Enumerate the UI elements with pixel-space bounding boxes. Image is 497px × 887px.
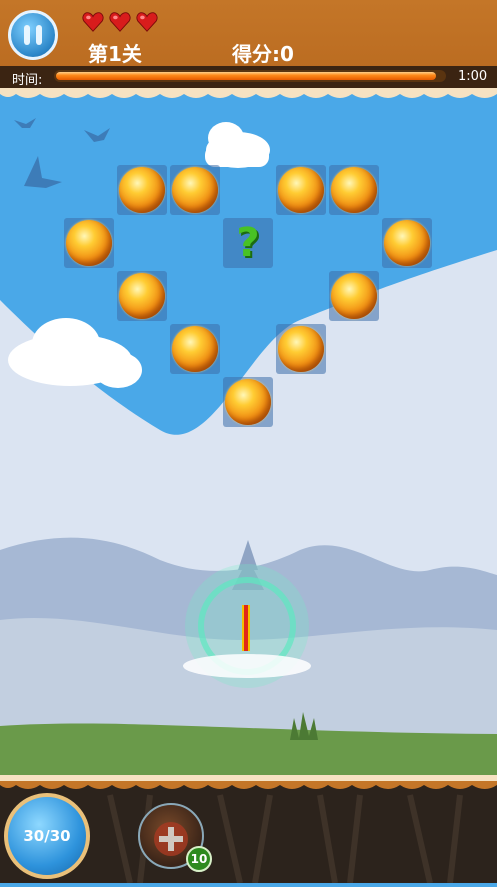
time-progress-fill — [56, 72, 436, 80]
pause-icon — [24, 25, 30, 45]
time-value: 1:00 — [458, 69, 488, 84]
heart-icon — [136, 12, 158, 32]
add-ball-count-badge: 10 — [186, 846, 212, 872]
time-label: 时间: — [12, 73, 43, 88]
score-label: 得分:0 — [232, 42, 294, 66]
add-ball-count: 10 — [190, 852, 208, 866]
bottom-frame — [0, 775, 497, 789]
game-scene — [0, 100, 497, 780]
pause-icon-bar — [36, 25, 42, 45]
pause-button[interactable] — [8, 10, 58, 60]
shots-label: 30/30 — [23, 827, 71, 845]
shots-counter: 30/30 — [4, 793, 90, 879]
heart-icon — [82, 12, 104, 32]
topbar-frill — [0, 88, 497, 98]
plus-icon — [154, 822, 188, 856]
heart-icon — [109, 12, 131, 32]
level-label: 第1关 — [88, 42, 142, 66]
